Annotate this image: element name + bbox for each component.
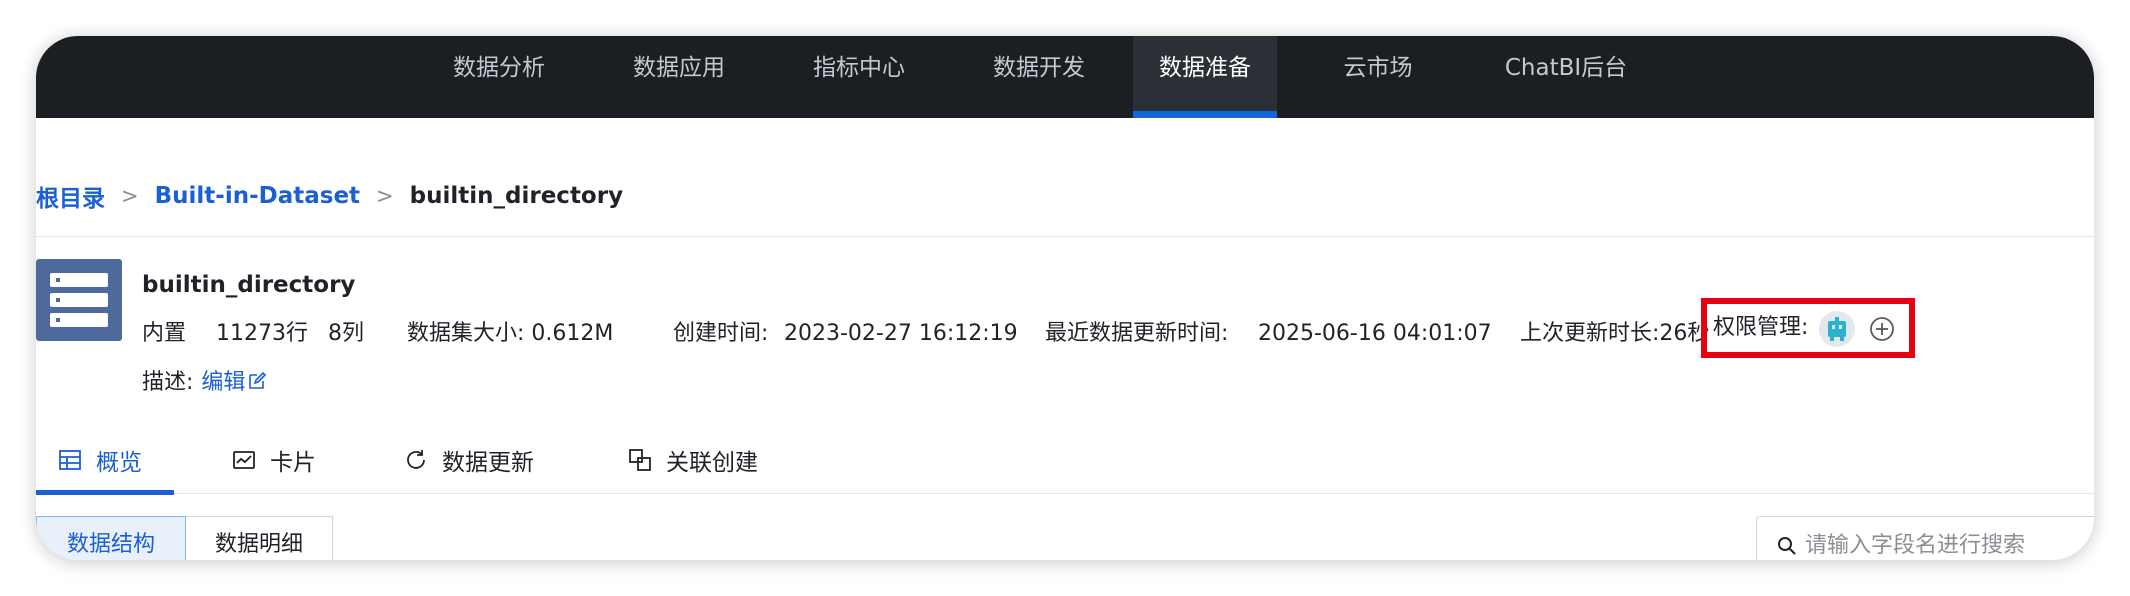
data-detail-button[interactable]: 数据明细 [185, 516, 333, 560]
tab-label: 关联创建 [666, 450, 758, 476]
user-avatar[interactable] [1819, 311, 1855, 347]
top-nav: 数据分析 数据应用 指标中心 数据开发 数据准备 云市场 ChatBI后台 [36, 36, 2094, 118]
nav-data-application[interactable]: 数据应用 [613, 36, 745, 118]
dataset-columns: 8列 [328, 321, 364, 346]
table-icon [59, 450, 81, 470]
created-time-value: 2023-02-27 16:12:19 [784, 321, 1018, 346]
updated-time-value: 2025-06-16 04:01:07 [1258, 321, 1492, 346]
header-divider [36, 236, 2094, 237]
robot-avatar-icon [1828, 317, 1846, 341]
created-time-label: 创建时间: [673, 321, 769, 346]
dataset-title: builtin_directory [142, 272, 356, 298]
tab-label: 概览 [96, 450, 142, 476]
plus-circle-icon [1870, 317, 1894, 341]
nav-data-preparation[interactable]: 数据准备 [1133, 36, 1277, 118]
breadcrumb-separator: > [376, 184, 394, 208]
nav-metric-center[interactable]: 指标中心 [793, 36, 925, 118]
chart-card-icon [233, 451, 255, 469]
search-icon [1778, 537, 1796, 555]
dataset-table-icon [36, 259, 122, 341]
tab-card[interactable]: 卡片 [232, 426, 316, 494]
description-label: 描述: [142, 370, 194, 395]
link-create-icon [629, 449, 651, 471]
breadcrumb-root[interactable]: 根目录 [36, 179, 105, 213]
edit-label: 编辑 [201, 370, 246, 395]
edit-icon [249, 371, 267, 389]
dataset-type: 内置 [142, 321, 187, 346]
permission-highlight-box: 权限管理: [1701, 298, 1915, 358]
updated-time-label: 最近数据更新时间: [1045, 321, 1229, 346]
nav-chatbi-admin[interactable]: ChatBI后台 [1476, 36, 1656, 118]
dataset-rows: 11273行 [216, 321, 308, 346]
nav-data-development[interactable]: 数据开发 [973, 36, 1105, 118]
description-row: 描述: 编辑 [142, 364, 267, 396]
tab-label: 数据更新 [442, 450, 534, 476]
permission-label: 权限管理: [1713, 315, 1809, 340]
field-search-box[interactable] [1756, 516, 2094, 560]
tab-relation-create[interactable]: 关联创建 [628, 426, 758, 494]
dataset-tabs: 概览 卡片 数据更新 关联创建 [36, 426, 2094, 495]
dataset-size: 数据集大小: 0.612M [407, 321, 614, 346]
app-window: 数据分析 数据应用 指标中心 数据开发 数据准备 云市场 ChatBI后台 根目… [36, 36, 2094, 560]
breadcrumb: 根目录 > Built-in-Dataset > builtin_directo… [36, 176, 623, 216]
edit-description-link[interactable]: 编辑 [201, 370, 267, 395]
tab-data-update[interactable]: 数据更新 [404, 426, 534, 494]
add-permission-button[interactable] [1869, 316, 1895, 342]
tab-label: 卡片 [270, 450, 316, 476]
nav-data-analysis[interactable]: 数据分析 [433, 36, 565, 118]
field-search-input[interactable] [1805, 517, 2094, 560]
breadcrumb-current: builtin_directory [409, 183, 624, 209]
data-structure-button[interactable]: 数据结构 [36, 516, 186, 560]
breadcrumb-separator: > [121, 184, 139, 208]
refresh-icon [407, 450, 425, 469]
nav-cloud-market[interactable]: 云市场 [1323, 36, 1433, 118]
tab-overview[interactable]: 概览 [36, 426, 174, 495]
last-update-duration: 上次更新时长:26秒 [1520, 321, 1710, 346]
breadcrumb-parent[interactable]: Built-in-Dataset [155, 183, 360, 209]
